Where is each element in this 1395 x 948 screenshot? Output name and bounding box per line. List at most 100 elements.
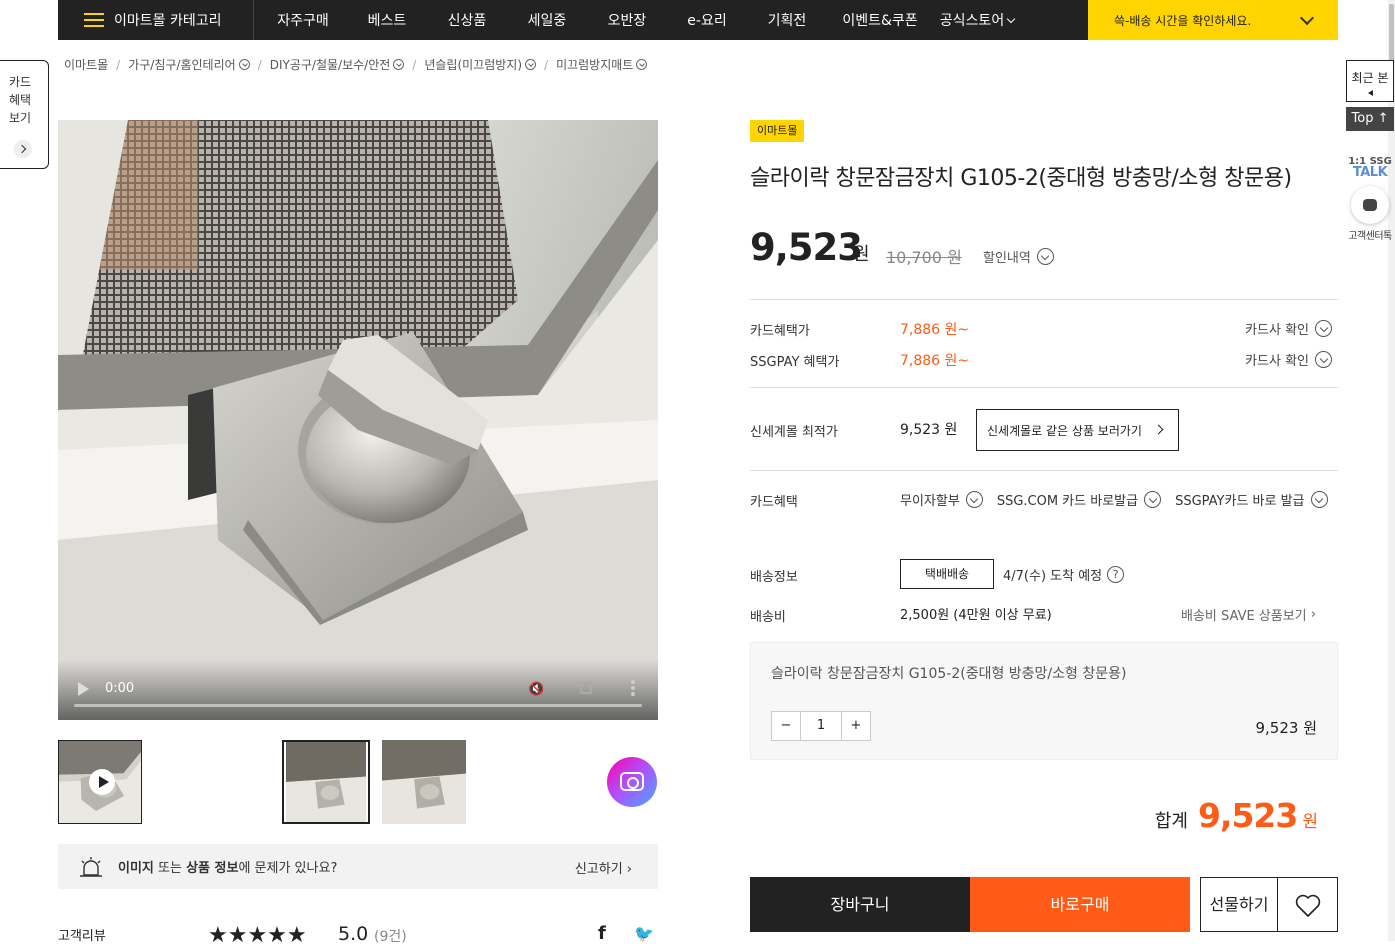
- thumbnail-image-2[interactable]: [382, 740, 466, 824]
- top-navigation-bar: 이마트몰 카테고리 자주구매 베스트 신상품 세일중 오반장 e-요리 기획전 …: [0, 0, 1388, 40]
- selected-option-box: 슬라이락 창문잠금장치 G105-2(중대형 방충망/소형 창문용) − 1 +…: [750, 642, 1338, 760]
- chevron-down-icon[interactable]: [393, 59, 405, 70]
- breadcrumb-separator: /: [412, 57, 417, 72]
- question-icon[interactable]: ?: [1107, 566, 1125, 583]
- original-price: 10,700 원: [886, 244, 962, 268]
- category-menu-button[interactable]: 이마트몰 카테고리: [58, 0, 254, 40]
- shipping-fee: 2,500원 (4만원 이상 무료): [900, 608, 1052, 623]
- video-progress-bar[interactable]: [74, 704, 642, 707]
- like-button[interactable]: [1278, 877, 1338, 932]
- review-score: 5.0: [338, 923, 369, 945]
- shipping-save-link[interactable]: 배송비 SAVE 상품보기 ›: [1181, 605, 1316, 624]
- review-label: 고객리뷰: [58, 929, 106, 944]
- report-text-2: 에 문제가 있나요?: [238, 861, 338, 876]
- buy-now-button[interactable]: 바로구매: [970, 877, 1190, 932]
- product-title: 슬라이락 창문잠금장치 G105-2(중대형 방충망/소형 창문용): [750, 166, 1292, 191]
- scrollbar-thumb[interactable]: [1389, 4, 1394, 62]
- category-menu-label: 이마트몰 카테고리: [114, 13, 222, 29]
- card-check-link[interactable]: 카드사 확인: [1245, 319, 1332, 338]
- report-problem-bar: 이미지 또는 상품 정보에 문제가 있나요? 신고하기 ›: [58, 844, 658, 889]
- nav-e-cooking[interactable]: e-요리: [672, 10, 742, 30]
- video-controls: 0:00 🔇: [58, 660, 658, 720]
- chatbot-icon: [1351, 186, 1389, 224]
- quantity-input[interactable]: 1: [800, 712, 842, 740]
- benefit-installment-label: 무이자할부: [900, 494, 960, 509]
- lowest-price-label: 신세계몰 최적가: [750, 425, 838, 440]
- add-to-cart-button[interactable]: 장바구니: [750, 877, 970, 932]
- benefit-ssg-card[interactable]: SSG.COM 카드 바로발급: [997, 490, 1162, 509]
- nav-obanjang[interactable]: 오반장: [582, 10, 672, 30]
- purchase-buttons: 장바구니 바로구매 선물하기: [750, 877, 1338, 932]
- report-link[interactable]: 신고하기 ›: [575, 858, 632, 877]
- nav-best[interactable]: 베스트: [352, 10, 422, 30]
- chevron-down-icon: [1036, 248, 1054, 265]
- camera-review-button[interactable]: [607, 757, 657, 807]
- chevron-down-icon[interactable]: [238, 59, 250, 70]
- hamburger-icon: [84, 13, 104, 27]
- shipping-type-button[interactable]: 택배배송: [900, 559, 994, 589]
- chevron-down-icon: [1299, 10, 1315, 25]
- card-benefit-tab[interactable]: 카드 혜택 보기: [0, 60, 49, 169]
- quantity-minus-button[interactable]: −: [772, 712, 800, 740]
- twitter-icon[interactable]: 🐦: [634, 924, 654, 943]
- breadcrumb-item-diy[interactable]: DIY공구/철물/보수/안전: [270, 56, 391, 73]
- chevron-down-icon: [1144, 491, 1162, 508]
- nav-frequent[interactable]: 자주구매: [254, 10, 352, 30]
- breadcrumb-item-mat[interactable]: 미끄럼방지매트: [556, 56, 633, 73]
- report-text-bold-2: 상품 정보: [186, 861, 239, 876]
- play-icon[interactable]: [78, 682, 89, 696]
- more-options-icon[interactable]: [631, 680, 635, 696]
- breadcrumb-item-furniture[interactable]: 가구/침구/홈인테리어: [128, 56, 235, 73]
- product-video[interactable]: 0:00 🔇: [58, 120, 658, 720]
- customer-center-button[interactable]: 고객센터톡: [1346, 186, 1394, 242]
- total-label: 합계: [1154, 811, 1188, 832]
- original-price-unit: 원: [947, 248, 962, 267]
- review-count[interactable]: (9건): [374, 926, 407, 946]
- card-benefit-line-3: 보기: [9, 111, 32, 125]
- benefit-installment[interactable]: 무이자할부: [900, 490, 983, 509]
- ssgpay-check-link[interactable]: 카드사 확인: [1245, 350, 1332, 369]
- original-price-value: 10,700: [886, 248, 942, 267]
- nav-exhibition[interactable]: 기획전: [742, 10, 832, 30]
- fullscreen-icon[interactable]: [580, 682, 592, 694]
- gift-button[interactable]: 선물하기: [1200, 877, 1278, 932]
- ssg-talk-button[interactable]: 1:1 SSG TALK: [1346, 156, 1394, 179]
- quantity-plus-button[interactable]: +: [842, 712, 870, 740]
- divider: [750, 470, 1338, 471]
- shipping-date: 4/7(수) 도착 예정?: [1003, 565, 1125, 584]
- mute-icon[interactable]: 🔇: [528, 682, 546, 697]
- chevron-right-icon: [14, 140, 32, 158]
- same-product-button[interactable]: 신세계몰로 같은 상품 보러가기: [976, 409, 1179, 451]
- thumbnail-video[interactable]: [58, 740, 142, 824]
- nav-sale[interactable]: 세일중: [512, 10, 582, 30]
- breadcrumb-item-nonslip[interactable]: 년슬립(미끄럼방지): [424, 56, 522, 73]
- product-video-frame: [58, 120, 658, 720]
- ssgpay-check-label: 카드사 확인: [1245, 354, 1309, 369]
- review-stars: ★★★★★: [208, 923, 307, 948]
- delivery-time-banner[interactable]: 쓱-배송 시간을 확인하세요.: [1088, 0, 1338, 40]
- total-value: 9,523: [1197, 796, 1298, 835]
- ssg-talk-label: TALK: [1352, 165, 1388, 180]
- card-benefit-line-1: 카드: [9, 75, 32, 89]
- total-unit: 원: [1302, 812, 1318, 832]
- scroll-top-button[interactable]: Top ↑: [1346, 107, 1394, 131]
- nav-official-store-label: 공식스토어: [939, 13, 1005, 29]
- chevron-down-icon: [965, 491, 983, 508]
- nav-new[interactable]: 신상품: [422, 10, 512, 30]
- nav-event-coupon[interactable]: 이벤트&쿠폰: [832, 10, 928, 30]
- review-summary: 고객리뷰 ★★★★★ 5.0 (9건) f 🐦: [58, 923, 658, 948]
- chevron-down-icon: [1310, 491, 1328, 508]
- chevron-down-icon[interactable]: [525, 59, 537, 70]
- chevron-down-icon[interactable]: [636, 59, 648, 70]
- chevron-down-icon: [1315, 320, 1332, 337]
- card-benefit-list: 무이자할부 SSG.COM 카드 바로발급 SSGPAY카드 바로 발급: [900, 490, 1342, 509]
- discount-detail-link[interactable]: 할인내역: [983, 247, 1054, 266]
- page-scrollbar[interactable]: [1388, 0, 1395, 941]
- thumbnail-image-1[interactable]: [282, 740, 370, 824]
- sale-price: 9,523: [750, 226, 863, 269]
- breadcrumb-home[interactable]: 이마트몰: [64, 56, 108, 73]
- benefit-ssgpay-card[interactable]: SSGPAY카드 바로 발급: [1175, 490, 1328, 509]
- recent-viewed-button[interactable]: 최근 본: [1346, 60, 1394, 102]
- divider: [750, 387, 1338, 388]
- nav-official-store[interactable]: 공식스토어: [928, 10, 1026, 30]
